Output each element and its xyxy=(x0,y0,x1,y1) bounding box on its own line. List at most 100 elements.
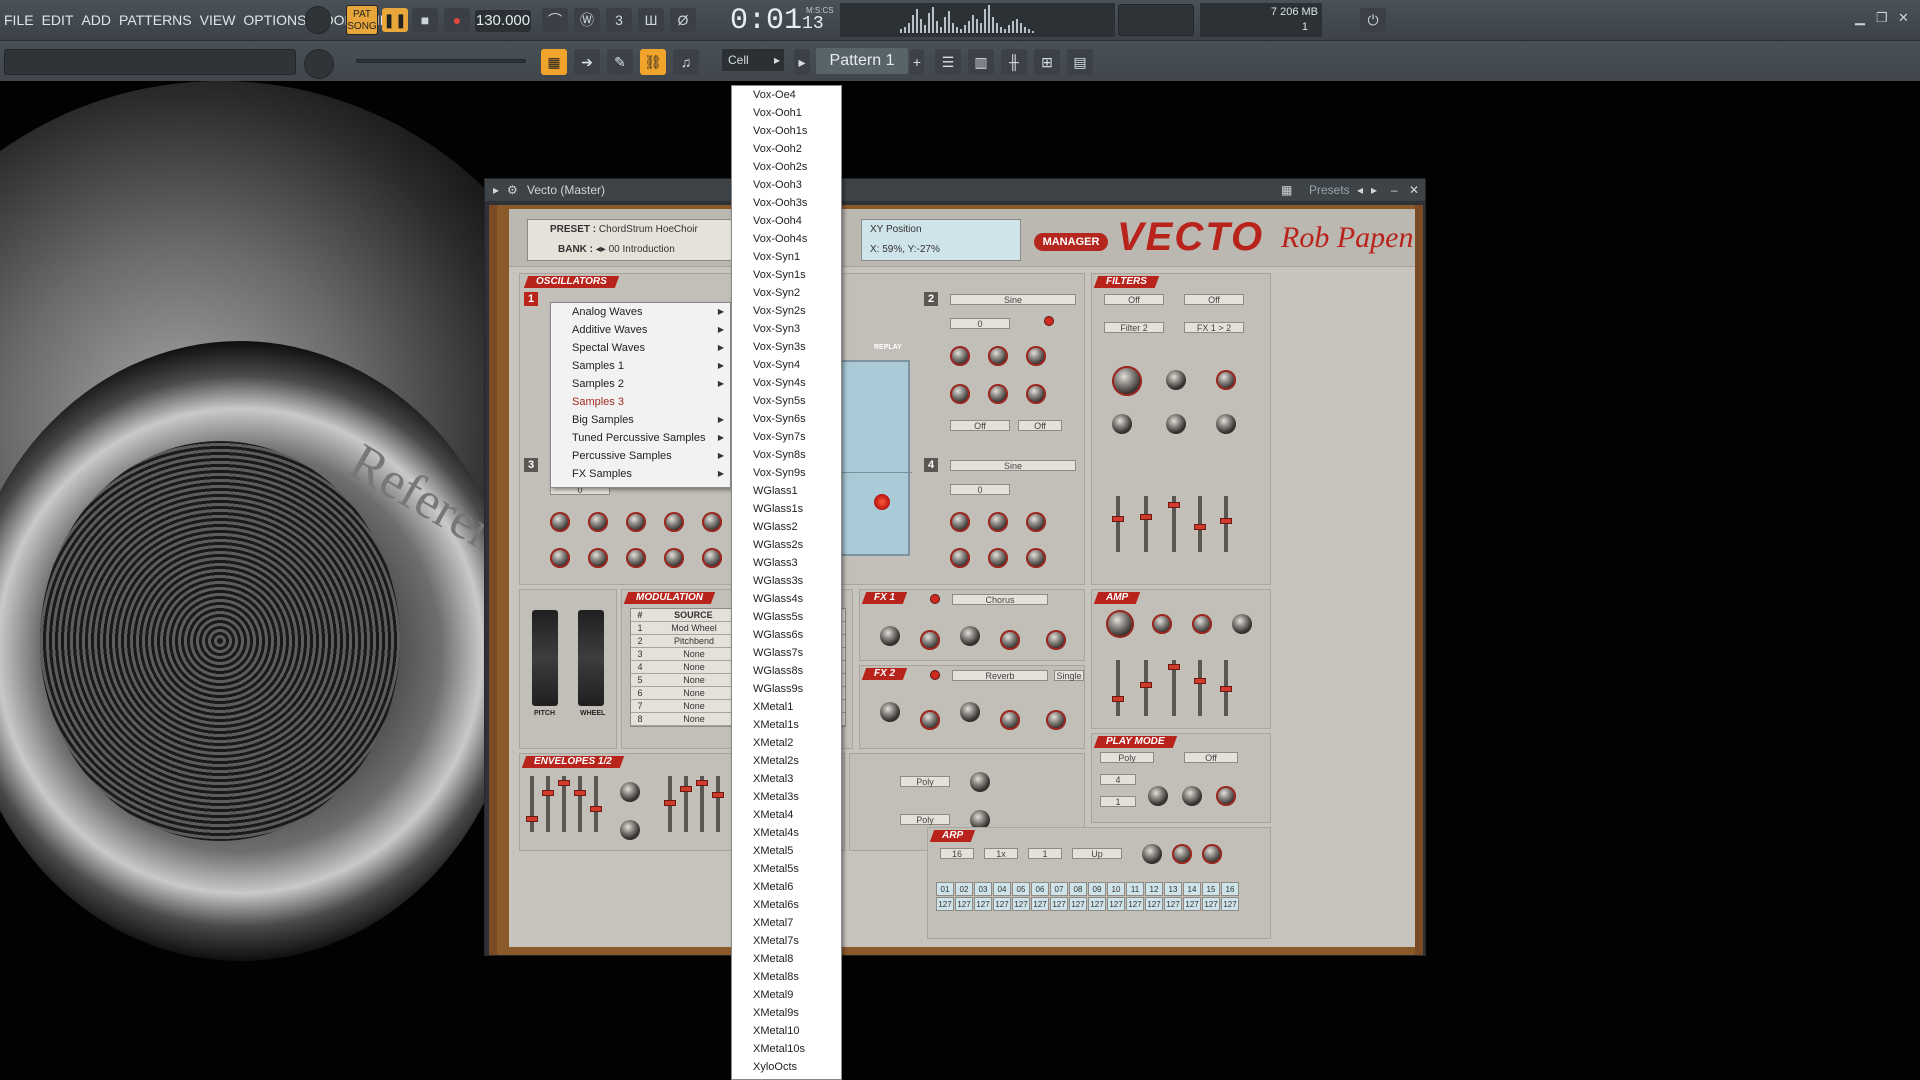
sample-list-item[interactable]: XMetal9s xyxy=(732,1004,841,1022)
manager-button[interactable]: MANAGER xyxy=(1034,233,1108,251)
arp-len-knob[interactable] xyxy=(1172,844,1192,864)
osc3-drift-knob[interactable] xyxy=(702,512,722,532)
sample-list-item[interactable]: WGlass2 xyxy=(732,518,841,536)
menu-item-view[interactable]: VIEW xyxy=(200,12,236,28)
sample-list-item[interactable]: Vox-Syn4s xyxy=(732,374,841,392)
arp-on-step[interactable]: 05 xyxy=(1012,882,1030,896)
arp-on-step[interactable]: 16 xyxy=(1221,882,1239,896)
sample-list-item[interactable]: XMetal6s xyxy=(732,896,841,914)
arp-vel-step[interactable]: 127 xyxy=(1202,897,1220,911)
filter-dec-slider[interactable] xyxy=(1140,496,1152,552)
pattern-selector[interactable]: Pattern 1 xyxy=(816,48,908,74)
sample-list-item[interactable]: WGlass6s xyxy=(732,626,841,644)
play-mode-field[interactable]: Poly xyxy=(1100,752,1154,763)
sample-list-item[interactable]: Vox-Ooh4 xyxy=(732,212,841,230)
env2-f-slider[interactable] xyxy=(712,776,724,832)
pitch-wheel[interactable] xyxy=(532,610,558,706)
fx2-len-knob[interactable] xyxy=(960,702,980,722)
context-menu-item[interactable]: Analog Waves ▶ xyxy=(551,303,730,321)
sample-list-item[interactable]: XMetal8 xyxy=(732,950,841,968)
env1-f-slider[interactable] xyxy=(574,776,586,832)
osc2-vol-control[interactable]: Off xyxy=(950,420,1010,431)
sample-list-item[interactable]: XMetal9 xyxy=(732,986,841,1004)
metronome-icon[interactable]: ⌒ xyxy=(542,8,568,32)
prev-preset-icon[interactable]: ◂ xyxy=(1357,179,1363,201)
sample-list-item[interactable]: WGlass7s xyxy=(732,644,841,662)
arp-vel-step[interactable]: 127 xyxy=(1221,897,1239,911)
filter2-type[interactable]: Off xyxy=(1184,294,1244,305)
arp-on-step[interactable]: 13 xyxy=(1164,882,1182,896)
grid-icon[interactable]: ▦ xyxy=(1281,179,1292,201)
arp-vel-step[interactable]: 127 xyxy=(1126,897,1144,911)
arp-on-step[interactable]: 01 xyxy=(936,882,954,896)
arp-vel-step[interactable]: 127 xyxy=(1145,897,1163,911)
osc3-sub-knob[interactable] xyxy=(664,512,684,532)
sample-list-item[interactable]: Vox-Syn2s xyxy=(732,302,841,320)
osc3-sma-knob[interactable] xyxy=(550,548,570,568)
env1-d-slider[interactable] xyxy=(542,776,554,832)
loop-record-icon[interactable]: Ø xyxy=(670,8,696,32)
env1-s-slider[interactable] xyxy=(558,776,570,832)
close-icon[interactable]: ✕ xyxy=(1898,10,1909,26)
filter-pan-knob[interactable] xyxy=(1216,414,1236,434)
osc2-semi-knob[interactable] xyxy=(950,346,970,366)
sample-list-item[interactable]: WGlass3s xyxy=(732,572,841,590)
mod-source[interactable]: None xyxy=(649,648,739,660)
arp-on-step[interactable]: 10 xyxy=(1107,882,1125,896)
amp-pan-knob[interactable] xyxy=(1232,614,1252,634)
arp-on-step[interactable]: 15 xyxy=(1202,882,1220,896)
link-icon[interactable]: ⛓ xyxy=(640,49,666,75)
presets-label[interactable]: Presets xyxy=(1309,179,1350,201)
arp-vel-step[interactable]: 127 xyxy=(1183,897,1201,911)
arp-vel-step[interactable]: 127 xyxy=(974,897,992,911)
fx1-speed-knob[interactable] xyxy=(960,626,980,646)
fx1-lp-knob[interactable] xyxy=(1046,630,1066,650)
osc3-pan-knob[interactable] xyxy=(664,548,684,568)
collapse-icon[interactable]: ▸ xyxy=(493,179,499,201)
filter-q-knob[interactable] xyxy=(1166,370,1186,390)
sample-list-item[interactable]: Vox-Ooh4s xyxy=(732,230,841,248)
arp-on-step[interactable]: 14 xyxy=(1183,882,1201,896)
mod-source[interactable]: None xyxy=(649,687,739,699)
wait-icon[interactable]: Ⓦ xyxy=(574,8,600,32)
osc2-speed-knob[interactable] xyxy=(988,384,1008,404)
amp-dec-slider[interactable] xyxy=(1140,660,1152,716)
tool-circle-icon[interactable] xyxy=(305,6,331,34)
sample-list-item[interactable]: WGlass9s xyxy=(732,680,841,698)
osc4-octave[interactable]: 0 xyxy=(950,484,1010,495)
note-field[interactable]: 1 xyxy=(1100,796,1136,807)
osc2-octave[interactable]: 0 xyxy=(950,318,1010,329)
sample-list-item[interactable]: Vox-Ooh3s xyxy=(732,194,841,212)
pattern-prev-icon[interactable]: ▸ xyxy=(794,49,810,75)
sample-list-item[interactable]: XMetal10s xyxy=(732,1040,841,1058)
sample-list-item[interactable]: XMetal2s xyxy=(732,752,841,770)
arp-mode[interactable]: Up xyxy=(1072,848,1122,859)
menu-item-patterns[interactable]: PATTERNS xyxy=(119,12,192,28)
filter-sust-slider[interactable] xyxy=(1168,496,1180,552)
sample-list-item[interactable]: XMetal3s xyxy=(732,788,841,806)
record-button[interactable]: ● xyxy=(444,8,470,32)
piano-roll-icon[interactable]: ╫ xyxy=(1001,49,1027,75)
fx1-on-led[interactable] xyxy=(930,594,940,604)
sample-list-item[interactable]: XMetal7 xyxy=(732,914,841,932)
sample-list-item[interactable]: Vox-Syn5s xyxy=(732,392,841,410)
env2-d-slider[interactable] xyxy=(680,776,692,832)
sample-list-item[interactable]: WGlass1 xyxy=(732,482,841,500)
sample-list-item[interactable]: WGlass2s xyxy=(732,536,841,554)
arp-vel-step[interactable]: 127 xyxy=(1107,897,1125,911)
filter-freq-knob[interactable] xyxy=(1112,366,1142,396)
context-menu-item[interactable]: Samples 1 ▶ xyxy=(551,357,730,375)
plugin-picker-icon[interactable]: ▤ xyxy=(1067,49,1093,75)
sample-list-item[interactable]: XMetal4s xyxy=(732,824,841,842)
tempo-display[interactable]: 130.000 xyxy=(475,10,531,32)
arp-vel-step[interactable]: 127 xyxy=(1069,897,1087,911)
sample-list-item[interactable]: Vox-Ooh2 xyxy=(732,140,841,158)
snap-selector[interactable]: Cell ▸ xyxy=(722,49,784,71)
plugin-title-bar[interactable]: ▸ ⚙ Vecto (Master) ▦ Presets ◂ ▸ ‒ ✕ xyxy=(485,179,1425,201)
mod-source[interactable]: Pitchbend xyxy=(649,635,739,647)
env1-a-slider[interactable] xyxy=(526,776,538,832)
sample-list-item[interactable]: Vox-Ooh1 xyxy=(732,104,841,122)
preset-box[interactable]: PRESET : ChordStrum HoeChoir BANK : ◂▸ 0… xyxy=(527,219,732,261)
mod-source[interactable]: None xyxy=(649,700,739,712)
fx2-size-knob[interactable] xyxy=(920,710,940,730)
